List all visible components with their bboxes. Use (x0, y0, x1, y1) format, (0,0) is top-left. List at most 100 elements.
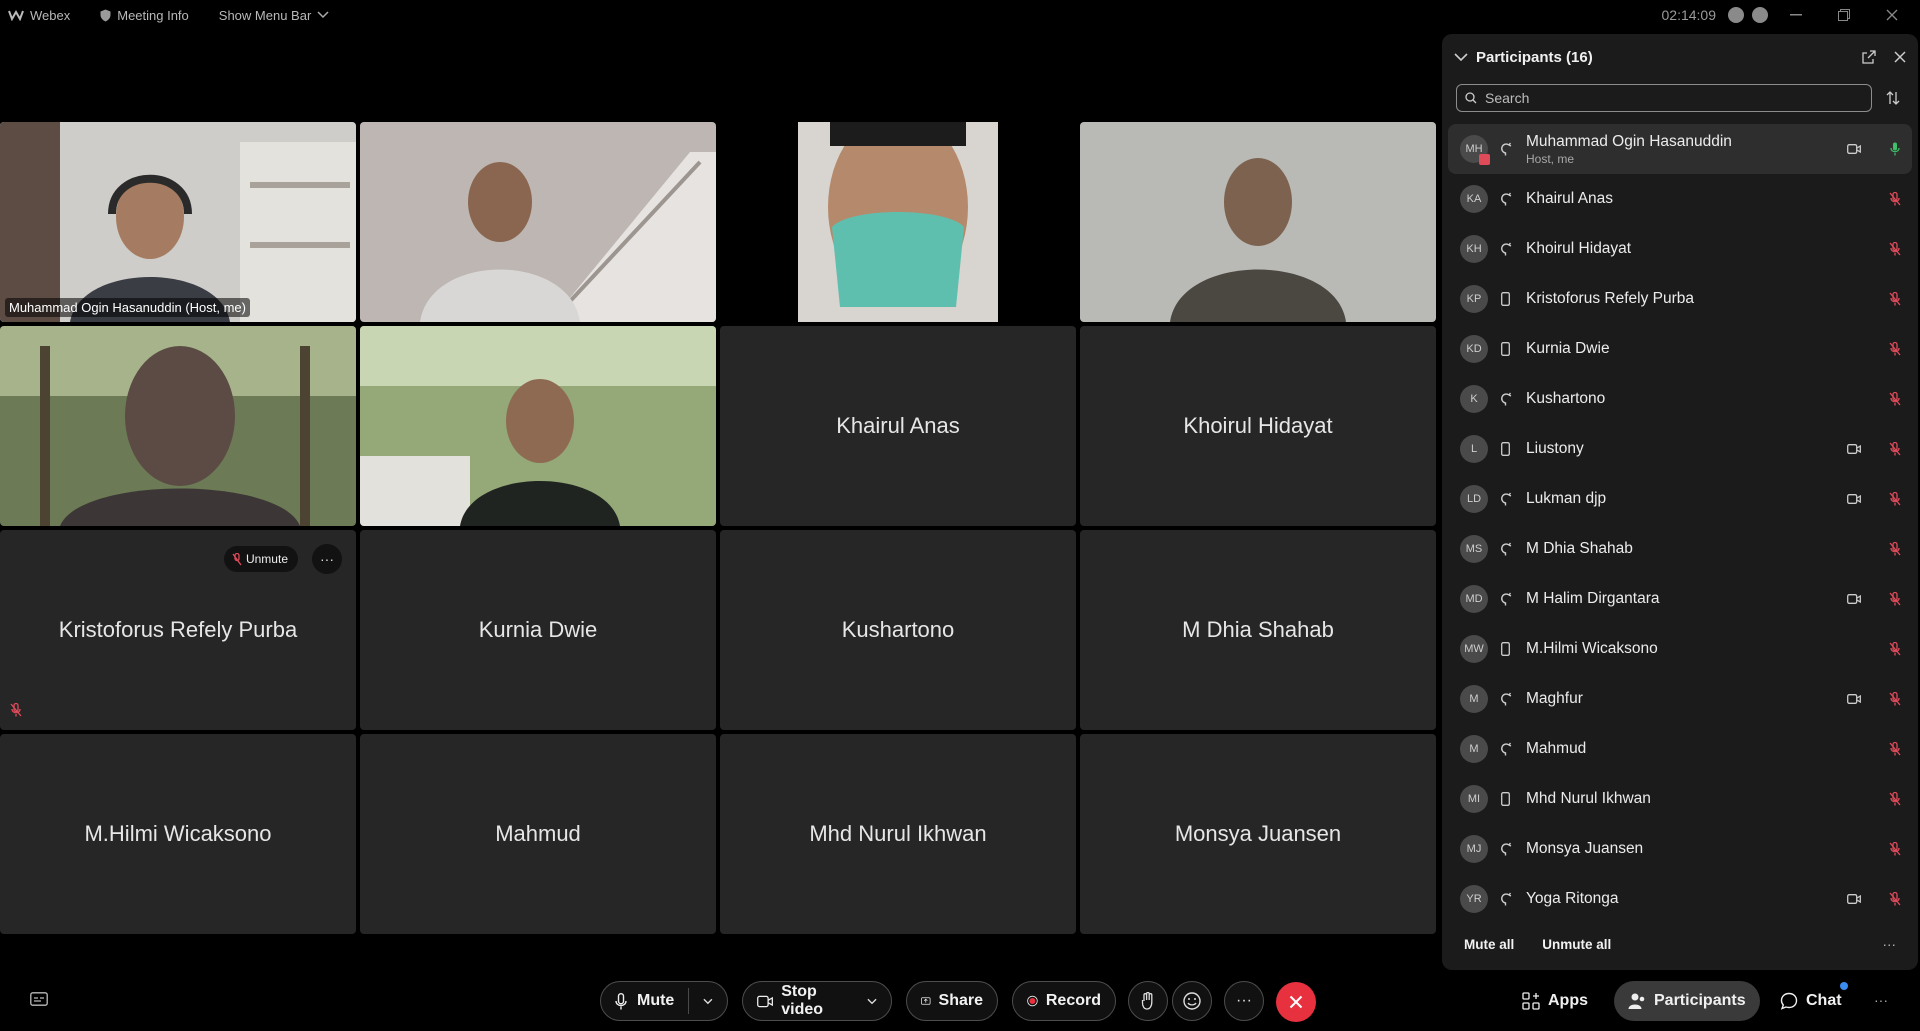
avatar: L (1460, 435, 1488, 463)
reactions-button[interactable] (1172, 981, 1212, 1021)
tile-more-options-button[interactable]: ··· (312, 544, 342, 574)
unmute-all-button[interactable]: Unmute all (1542, 937, 1611, 952)
closed-captions-button[interactable] (30, 992, 48, 1011)
video-tile-mahmud[interactable]: Mahmud (360, 734, 716, 934)
mic-off-icon[interactable] (1888, 392, 1902, 406)
record-button[interactable]: Record (1012, 981, 1116, 1021)
participant-row[interactable]: YR Yoga Ritonga (1448, 874, 1912, 924)
mic-off-icon[interactable] (1888, 842, 1902, 856)
participant-row[interactable]: KD Kurnia Dwie (1448, 324, 1912, 374)
participant-row[interactable]: MJ Monsya Juansen (1448, 824, 1912, 874)
video-tile-kristoforus-refely-purba[interactable]: Kristoforus Refely Purba Unmute ··· (0, 530, 356, 730)
stop-video-button[interactable]: Stop video (757, 983, 855, 1019)
participant-row[interactable]: MI Mhd Nurul Ikhwan (1448, 774, 1912, 824)
mic-off-icon[interactable] (1888, 742, 1902, 756)
participant-status-icons (1846, 742, 1902, 756)
mic-off-icon[interactable] (1888, 892, 1902, 906)
participants-panel-header: Participants (16) (1442, 34, 1918, 80)
participant-row-self[interactable]: MH Muhammad Ogin Hasanuddin Host, me (1448, 124, 1912, 174)
avatar: MJ (1460, 835, 1488, 863)
video-tile-m-hilmi-wicaksono[interactable]: M.Hilmi Wicaksono (0, 734, 356, 934)
mic-off-icon[interactable] (1888, 792, 1902, 806)
video-tile-camera-5[interactable] (0, 326, 356, 526)
participant-row[interactable]: KP Kristoforus Refely Purba (1448, 274, 1912, 324)
bar-more-options-button[interactable]: ··· (1874, 992, 1888, 1008)
close-icon[interactable] (1894, 51, 1906, 63)
participant-row[interactable]: MS M Dhia Shahab (1448, 524, 1912, 574)
minimize-button[interactable] (1776, 0, 1816, 30)
participant-row[interactable]: M Maghfur (1448, 674, 1912, 724)
participant-row[interactable]: L Liustony (1448, 424, 1912, 474)
video-tile-m-dhia-shahab[interactable]: M Dhia Shahab (1080, 530, 1436, 730)
pop-out-icon[interactable] (1862, 50, 1876, 64)
participant-row[interactable]: LD Lukman djp (1448, 474, 1912, 524)
mic-on-icon[interactable] (1888, 142, 1902, 156)
participant-row[interactable]: K Kushartono (1448, 374, 1912, 424)
video-tile-camera-6[interactable] (360, 326, 716, 526)
sort-icon[interactable] (1886, 91, 1900, 105)
video-tile-camera-3[interactable] (720, 122, 1076, 322)
mic-off-icon[interactable] (1888, 192, 1902, 206)
mic-off-icon[interactable] (1888, 542, 1902, 556)
mute-all-button[interactable]: Mute all (1464, 937, 1514, 952)
show-menu-bar-button[interactable]: Show Menu Bar (219, 8, 330, 23)
participant-row[interactable]: MW M.Hilmi Wicaksono (1448, 624, 1912, 674)
participant-row[interactable]: M Mahmud (1448, 724, 1912, 774)
video-tile-mhd-nurul-ikhwan[interactable]: Mhd Nurul Ikhwan (720, 734, 1076, 934)
chevron-down-icon[interactable] (867, 998, 877, 1005)
close-icon (1886, 9, 1898, 21)
video-tile-kurnia-dwie[interactable]: Kurnia Dwie (360, 530, 716, 730)
close-window-button[interactable] (1872, 0, 1912, 30)
mic-off-icon[interactable] (1888, 442, 1902, 456)
mic-off-icon[interactable] (1888, 642, 1902, 656)
participant-name-block: Monsya Juansen (1526, 840, 1643, 858)
chat-button[interactable]: Chat (1766, 981, 1856, 1021)
participants-search-box[interactable] (1456, 84, 1872, 112)
meeting-info-button[interactable]: Meeting Info (100, 8, 189, 23)
mic-off-icon[interactable] (1888, 592, 1902, 606)
participants-button[interactable]: Participants (1614, 981, 1760, 1021)
video-tile-kushartono[interactable]: Kushartono (720, 530, 1076, 730)
chat-label: Chat (1806, 992, 1842, 1009)
chevron-down-icon[interactable] (703, 998, 713, 1005)
participants-search-input[interactable] (1485, 90, 1855, 106)
video-tile-self[interactable]: Muhammad Ogin Hasanuddin (Host, me) (0, 122, 356, 322)
video-tile-monsya-juansen[interactable]: Monsya Juansen (1080, 734, 1436, 934)
panel-more-options-button[interactable]: ··· (1883, 937, 1897, 952)
mute-button[interactable]: Mute (615, 992, 674, 1010)
tile-participant-name: Khoirul Hidayat (1183, 413, 1333, 438)
restore-button[interactable] (1824, 0, 1864, 30)
network-status-icon[interactable] (1752, 7, 1768, 23)
participant-row[interactable]: KA Khairul Anas (1448, 174, 1912, 224)
avatar-initials: MJ (1466, 843, 1482, 855)
participant-name: Lukman djp (1526, 490, 1607, 507)
video-tile-khairul-anas[interactable]: Khairul Anas (720, 326, 1076, 526)
more-options-button[interactable]: ··· (1224, 981, 1264, 1021)
divider (688, 988, 690, 1014)
apps-button[interactable]: Apps (1508, 981, 1602, 1021)
reactions-smiley-icon (1183, 992, 1201, 1010)
participant-name: Kristoforus Refely Purba (1526, 290, 1694, 307)
avatar-initials: MD (1465, 593, 1483, 605)
mic-off-icon[interactable] (1888, 692, 1902, 706)
video-tile-khoirul-hidayat[interactable]: Khoirul Hidayat (1080, 326, 1436, 526)
participant-name: Monsya Juansen (1526, 840, 1644, 857)
mic-off-icon[interactable] (1888, 242, 1902, 256)
share-button[interactable]: Share (906, 981, 998, 1021)
mic-off-icon[interactable] (1888, 342, 1902, 356)
video-tile-camera-4[interactable] (1080, 122, 1436, 322)
participant-row[interactable]: KH Khoirul Hidayat (1448, 224, 1912, 274)
raise-hand-button[interactable] (1128, 981, 1168, 1021)
mic-off-icon[interactable] (1888, 292, 1902, 306)
end-meeting-button[interactable] (1276, 982, 1316, 1022)
webex-app-menu[interactable]: Webex (8, 8, 70, 23)
participant-row[interactable]: MD M Halim Dirgantara (1448, 574, 1912, 624)
avatar: M (1460, 735, 1488, 763)
mic-off-icon[interactable] (1888, 492, 1902, 506)
participant-name: Liustony (1526, 440, 1584, 457)
collapse-chevron-icon[interactable] (1454, 52, 1468, 62)
video-tile-camera-2[interactable] (360, 122, 716, 322)
participant-name: M Halim Dirgantara (1526, 590, 1660, 607)
tile-unmute-button[interactable]: Unmute (223, 546, 298, 572)
recording-status-icon[interactable] (1728, 7, 1744, 23)
